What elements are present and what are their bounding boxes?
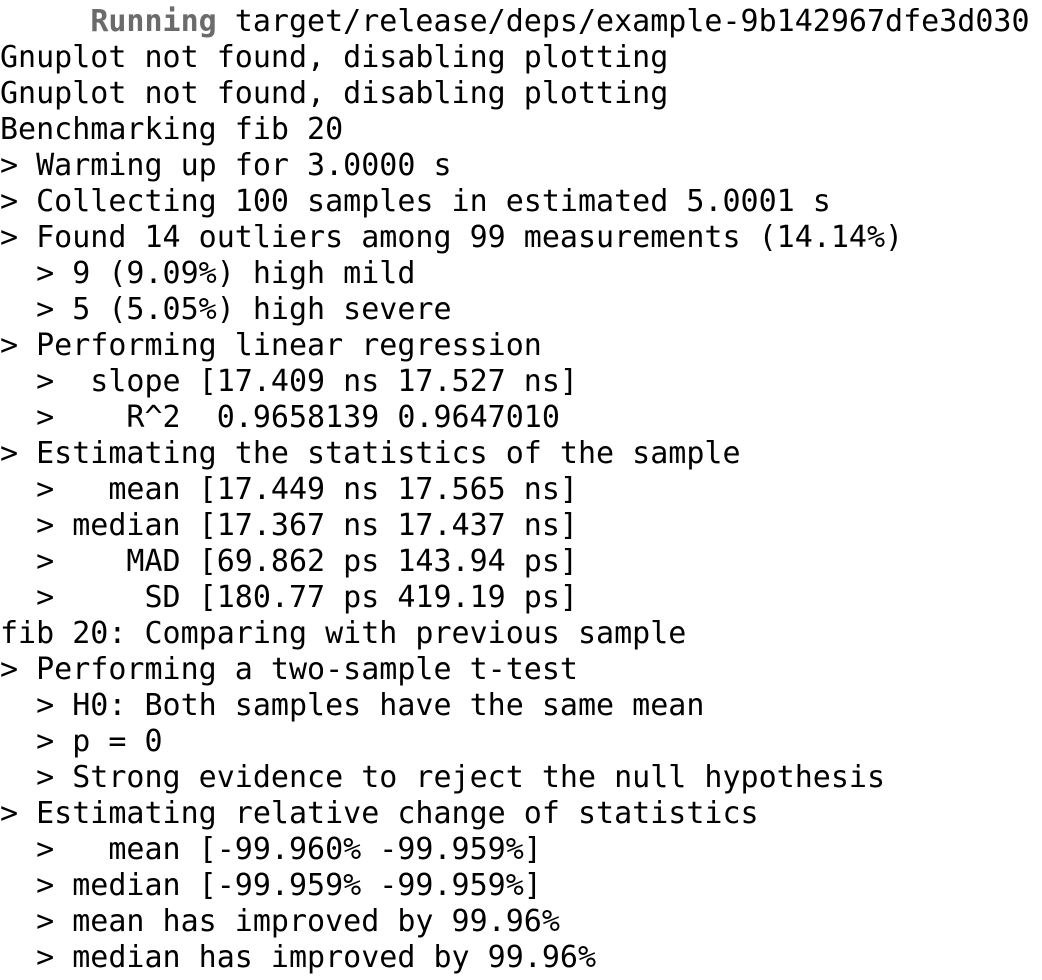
running-status: Running [90,4,217,39]
output-line: > median [-99.959% -99.959%] [0,868,542,903]
output-line: > 9 (9.09%) high mild [0,256,416,291]
output-line: > Found 14 outliers among 99 measurement… [0,220,904,255]
output-line: > Estimating the statistics of the sampl… [0,436,741,471]
output-line: > Estimating relative change of statisti… [0,796,759,831]
output-line: > mean [17.449 ns 17.565 ns] [0,472,578,507]
running-line: Running target/release/deps/example-9b14… [0,4,1042,40]
output-line: Gnuplot not found, disabling plotting [0,76,669,111]
output-line: > p = 0 [0,724,163,759]
output-line: > 5 (5.05%) high severe [0,292,452,327]
output-line: > slope [17.409 ns 17.527 ns] [0,364,578,399]
output-line: > Strong evidence to reject the null hyp… [0,760,886,795]
output-line: > Performing linear regression [0,328,542,363]
output-line: > Collecting 100 samples in estimated 5.… [0,184,831,219]
output-line: > mean has improved by 99.96% [0,904,560,939]
output-line: > R^2 0.9658139 0.9647010 [0,400,560,435]
output-line: > H0: Both samples have the same mean [0,688,705,723]
output-line: > MAD [69.862 ps 143.94 ps] [0,544,578,579]
output-line: Gnuplot not found, disabling plotting [0,40,669,75]
terminal-output[interactable]: Running target/release/deps/example-9b14… [0,0,1042,980]
output-line: > SD [180.77 ps 419.19 ps] [0,580,578,615]
running-path: target/release/deps/example-9b142967dfe3… [216,4,1030,39]
output-line: > mean [-99.960% -99.959%] [0,832,542,867]
output-line: > Warming up for 3.0000 s [0,148,452,183]
output-line: > Performing a two-sample t-test [0,652,578,687]
output-line: > median has improved by 99.96% [0,940,597,975]
output-line: fib 20: Comparing with previous sample [0,616,687,651]
output-line: Benchmarking fib 20 [0,112,344,147]
running-indent [0,4,90,39]
output-line: > median [17.367 ns 17.437 ns] [0,508,578,543]
